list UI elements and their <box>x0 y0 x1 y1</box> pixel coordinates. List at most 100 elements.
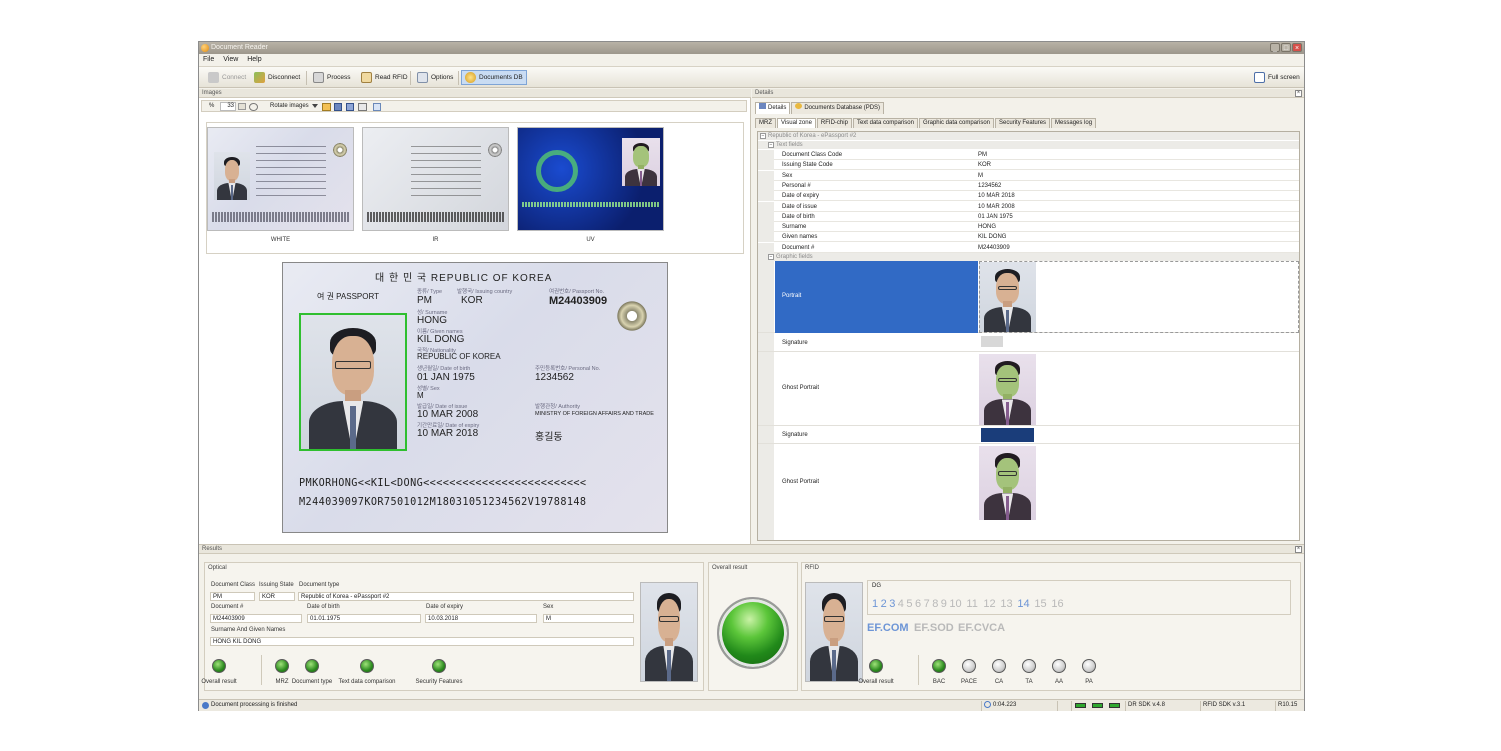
menu-file[interactable]: File <box>203 54 214 65</box>
images-toolbar: % 33 Rotate images <box>201 100 747 112</box>
tab-security-features[interactable]: Security Features <box>995 118 1051 128</box>
text-field-row[interactable]: Document Class Code PM <box>758 150 1299 160</box>
graphic-fields-category[interactable]: − Graphic fields <box>758 253 1299 261</box>
dg-item[interactable]: 12 <box>983 598 995 610</box>
doc-type-field[interactable]: Republic of Korea - ePassport #2 <box>298 592 634 601</box>
options-button[interactable]: Options <box>413 70 457 85</box>
close-results-icon[interactable]: × <box>1295 546 1302 553</box>
dg-item[interactable]: 3 <box>889 598 895 610</box>
graphic-row[interactable]: Portrait <box>758 261 1299 333</box>
thumbnail-label: IR <box>432 237 439 243</box>
tab-documents-database[interactable]: Documents Database (PDS) <box>791 102 885 114</box>
save-icon[interactable] <box>334 103 342 111</box>
ef-item[interactable]: EF.COM <box>867 622 909 634</box>
dg-item[interactable]: 4 <box>898 598 904 610</box>
graphic-row[interactable]: Ghost Portrait <box>758 445 1299 521</box>
read-rfid-button[interactable]: Read RFID <box>357 70 412 85</box>
doc-class-field[interactable]: PM <box>210 592 255 601</box>
text-field-label: Given names <box>782 234 818 241</box>
connect-icon <box>208 72 219 83</box>
dg-item[interactable]: 2 <box>881 598 887 610</box>
grid-gutter <box>758 242 774 253</box>
thumbnail-uv[interactable] <box>517 127 664 231</box>
dg-item[interactable]: 15 <box>1034 598 1046 610</box>
dg-item[interactable]: 16 <box>1051 598 1063 610</box>
doc-number-field[interactable]: M24403909 <box>210 614 302 623</box>
menu-help[interactable]: Help <box>247 54 261 65</box>
passport-image[interactable]: 대 한 민 국 REPUBLIC OF KOREA 여 권 PASSPORT 종… <box>282 262 668 533</box>
zoom-stepper-icon[interactable] <box>238 103 246 110</box>
maximize-button[interactable]: □ <box>1281 43 1291 52</box>
graphic-field-label: Signature <box>782 432 808 438</box>
rotate-images-button[interactable]: Rotate images <box>270 101 309 112</box>
text-field-row[interactable]: Personal # 1234562 <box>758 180 1299 191</box>
text-field-row[interactable]: Date of expiry 10 MAR 2018 <box>758 191 1299 202</box>
text-field-row[interactable]: Given names KIL DONG <box>758 232 1299 243</box>
text-field-row[interactable]: Date of issue 10 MAR 2008 <box>758 201 1299 212</box>
dg-item[interactable]: 8 <box>932 598 938 610</box>
details-panel: Details × Details Documents Database (PD… <box>752 89 1304 544</box>
text-field-row[interactable]: Date of birth 01 JAN 1975 <box>758 211 1299 222</box>
dg-item[interactable]: 7 <box>924 598 930 610</box>
print-icon[interactable] <box>358 103 367 111</box>
text-field-row[interactable]: Issuing State Code KOR <box>758 160 1299 171</box>
tree-root[interactable]: − Republic of Korea - ePassport #2 <box>758 132 1299 140</box>
collapse-icon[interactable]: − <box>768 254 774 260</box>
connect-button[interactable]: Connect <box>204 70 250 85</box>
graphic-row[interactable]: Signature <box>758 334 1299 352</box>
dg-item[interactable]: 9 <box>941 598 947 610</box>
sex-field[interactable]: M <box>543 614 634 623</box>
dg-item[interactable]: 13 <box>1000 598 1012 610</box>
tab-details[interactable]: Details <box>755 102 791 114</box>
dg-item[interactable]: 14 <box>1017 598 1029 610</box>
graphic-row[interactable]: Signature <box>758 427 1299 444</box>
tab-text-data-comparison[interactable]: Text data comparison <box>852 118 918 128</box>
status-led <box>432 659 446 673</box>
dg-item[interactable]: 1 <box>872 598 878 610</box>
tab-mrz[interactable]: MRZ <box>755 118 776 128</box>
text-field-row[interactable]: Surname HONG <box>758 222 1299 233</box>
tab-visual-zone[interactable]: Visual zone <box>777 118 816 128</box>
status-led <box>212 659 226 673</box>
chevron-down-icon[interactable] <box>312 104 318 108</box>
ef-item[interactable]: EF.SOD <box>914 622 954 634</box>
dg-box: DG <box>867 580 1291 615</box>
thumbnail-white[interactable] <box>207 127 354 231</box>
tab-graphic-data-comparison[interactable]: Graphic data comparison <box>918 118 995 128</box>
menu-view[interactable]: View <box>223 54 238 65</box>
tab-rfid-chip[interactable]: RFID-chip <box>816 118 852 128</box>
magnifier-icon[interactable] <box>249 103 258 111</box>
full-screen-button[interactable]: Full screen <box>1250 70 1304 85</box>
text-fields-category[interactable]: − Text fields <box>758 141 1299 149</box>
dg-item[interactable]: 5 <box>906 598 912 610</box>
passport-country: KOR <box>461 295 483 306</box>
close-details-icon[interactable]: × <box>1295 90 1302 97</box>
minimize-button[interactable]: _ <box>1270 43 1280 52</box>
details-tabs: MRZ Visual zone RFID-chip Text data comp… <box>755 118 1097 128</box>
name-field[interactable]: HONG KIL DONG <box>210 637 634 646</box>
collapse-icon[interactable]: − <box>760 133 766 139</box>
text-field-row[interactable]: Document # M24403909 <box>758 242 1299 253</box>
portrait-photo[interactable] <box>299 313 407 451</box>
open-folder-icon[interactable] <box>322 103 331 111</box>
dg-item[interactable]: 6 <box>915 598 921 610</box>
dob-field[interactable]: 01.01.1975 <box>307 614 421 623</box>
collapse-icon[interactable]: − <box>768 142 774 148</box>
uv-pattern <box>536 150 578 192</box>
dg-item[interactable]: 10 <box>949 598 961 610</box>
copy-icon[interactable] <box>373 103 381 111</box>
save-all-icon[interactable] <box>346 103 354 111</box>
tab-messages-log[interactable]: Messages log <box>1051 118 1097 128</box>
ef-item[interactable]: EF.CVCA <box>958 622 1005 634</box>
documents-db-button[interactable]: Documents DB <box>461 70 527 85</box>
dg-item[interactable]: 11 <box>966 598 977 610</box>
close-button[interactable]: × <box>1292 43 1302 52</box>
expiry-field[interactable]: 10.03.2018 <box>425 614 537 623</box>
thumbnail-ir[interactable] <box>362 127 509 231</box>
issuing-state-field[interactable]: KOR <box>259 592 295 601</box>
text-field-row[interactable]: Sex M <box>758 170 1299 181</box>
process-button[interactable]: Process <box>309 70 354 85</box>
zoom-input[interactable]: 33 <box>220 102 236 111</box>
graphic-row[interactable]: Ghost Portrait <box>758 353 1299 426</box>
disconnect-button[interactable]: Disconnect <box>250 70 304 85</box>
